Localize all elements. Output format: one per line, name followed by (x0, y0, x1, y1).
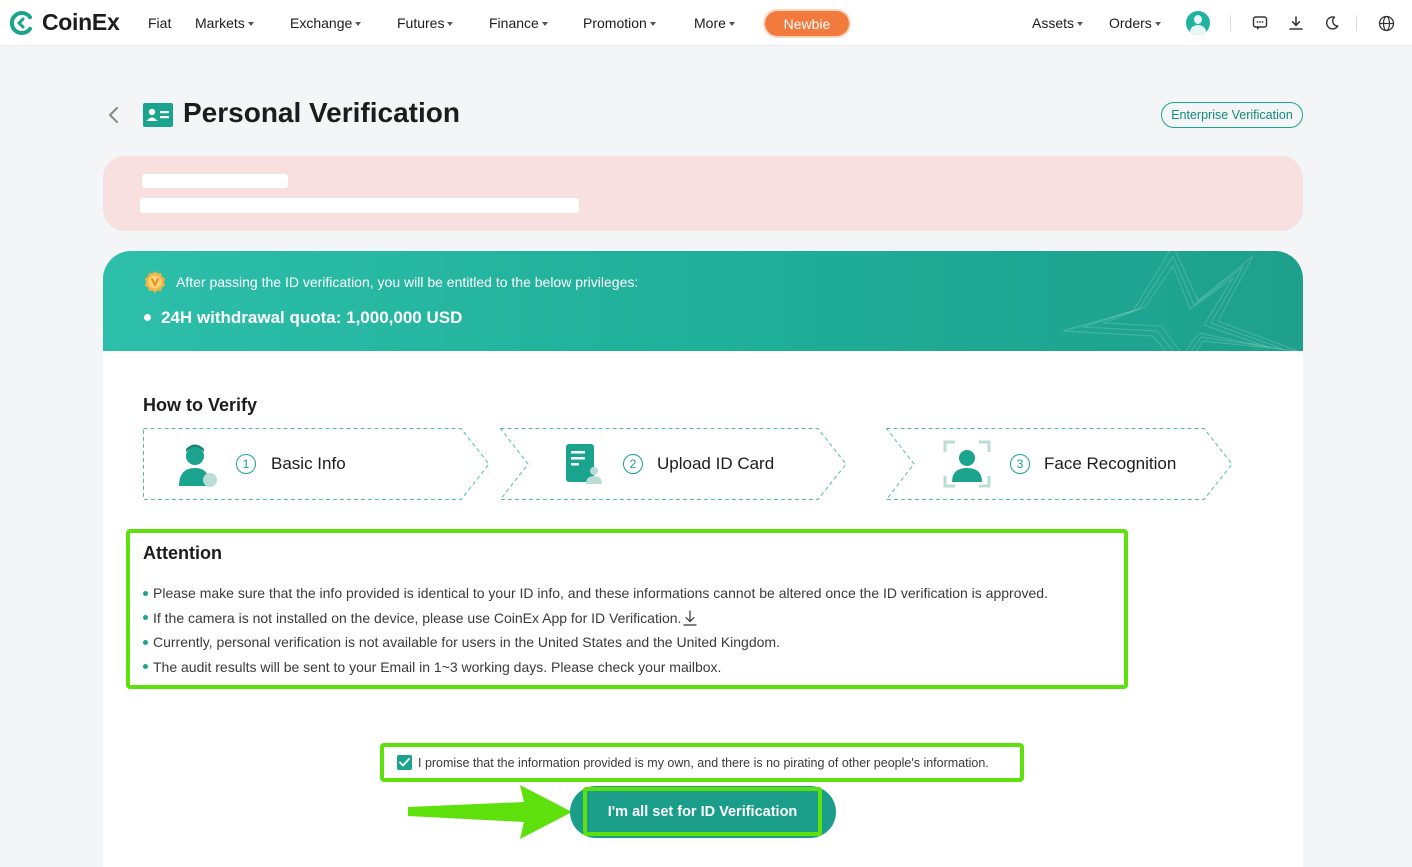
top-nav: CoinEx Fiat Markets Exchange Futures Fin… (0, 0, 1412, 46)
bullet (143, 590, 148, 596)
id-card-title-icon (143, 103, 173, 127)
attention-item-text: Currently, personal verification is not … (153, 634, 780, 650)
attention-box: Attention Please make sure that the info… (126, 529, 1128, 689)
nav-markets-label: Markets (195, 14, 245, 31)
how-to-verify-title: How to Verify (143, 395, 258, 415)
attention-item: The audit results will be sent to your E… (143, 655, 1048, 680)
step-label: Upload ID Card (657, 454, 775, 473)
submit-verification-button[interactable]: I'm all set for ID Verification (583, 787, 822, 836)
globe-icon[interactable] (1377, 14, 1395, 32)
withdrawal-quota: 24H withdrawal quota: 1,000,000 USD (161, 308, 463, 327)
face-scan-icon (943, 440, 991, 488)
nav-assets-label: Assets (1032, 15, 1075, 31)
nav-orders[interactable]: Orders (1109, 15, 1161, 31)
coinex-logo-icon (9, 10, 32, 35)
id-card-icon (566, 444, 602, 484)
page-title: Personal Verification (183, 97, 460, 128)
nav-orders-label: Orders (1109, 15, 1152, 31)
privilege-banner: After passing the ID verification, you w… (103, 251, 1303, 351)
person-icon (179, 444, 217, 487)
step-label: Basic Info (271, 454, 346, 473)
chevron-down-icon (541, 21, 548, 26)
attention-item-text: The audit results will be sent to your E… (153, 658, 722, 675)
enterprise-verification-button[interactable]: Enterprise Verification (1161, 102, 1303, 128)
attention-item-text: If the camera is not installed on the de… (153, 609, 682, 626)
chevron-down-icon (728, 21, 735, 26)
promise-checkbox-row[interactable]: I promise that the information provided … (380, 743, 1024, 782)
nav-promotion-label: Promotion (583, 14, 647, 31)
attention-title: Attention (143, 543, 222, 563)
step-upload-id-card: 2 Upload ID Card (500, 428, 850, 500)
brand-name: CoinEx (42, 9, 120, 35)
banner-intro-text: After passing the ID verification, you w… (176, 274, 639, 290)
step-number: 1 (236, 454, 256, 474)
attention-list: Please make sure that the info provided … (143, 581, 1048, 679)
app-download-icon[interactable] (683, 610, 698, 626)
nav-futures[interactable]: Futures (397, 14, 454, 31)
nav-fiat-label: Fiat (148, 14, 172, 31)
bullet (143, 664, 148, 670)
nav-exchange[interactable]: Exchange (290, 14, 362, 31)
nav-assets[interactable]: Assets (1032, 15, 1084, 31)
coinex-logo[interactable]: CoinEx (8, 9, 120, 37)
attention-item: Currently, personal verification is not … (143, 630, 1048, 655)
step-face-recognition: 3 Face Recognition (886, 428, 1236, 500)
step-number: 2 (623, 454, 643, 474)
nav-markets[interactable]: Markets (195, 15, 254, 31)
chevron-down-icon (1154, 22, 1161, 26)
bullet (143, 639, 148, 645)
nav-exchange-label: Exchange (290, 14, 353, 31)
chevron-down-icon (649, 21, 656, 26)
attention-item: If the camera is not installed on the de… (143, 606, 1048, 631)
nav-finance-label: Finance (489, 14, 539, 31)
chevron-down-icon (447, 21, 454, 26)
bullet (144, 314, 151, 321)
divider (1230, 15, 1231, 31)
chevron-down-icon (355, 21, 362, 26)
chevron-down-icon (1077, 22, 1084, 26)
attention-item: Please make sure that the info provided … (143, 581, 1048, 606)
moon-icon[interactable] (1323, 14, 1341, 32)
nav-more-label: More (694, 14, 726, 31)
nav-finance[interactable]: Finance (489, 15, 548, 31)
redacted-text (140, 198, 579, 213)
chevron-down-icon (247, 21, 254, 26)
step-label: Face Recognition (1044, 454, 1177, 473)
star-decoration (1062, 251, 1299, 351)
attention-item-text: Please make sure that the info provided … (153, 585, 1048, 601)
nav-fiat[interactable]: Fiat (148, 15, 171, 31)
promise-checkbox[interactable] (397, 755, 412, 770)
avatar[interactable] (1186, 11, 1210, 35)
newbie-button[interactable]: Newbie (765, 11, 849, 36)
nav-futures-label: Futures (397, 14, 445, 31)
step-basic-info: 1 Basic Info (143, 428, 493, 500)
vip-badge-icon (145, 271, 165, 293)
step-number: 3 (1010, 454, 1030, 474)
pointer-arrow-annotation (408, 785, 572, 839)
bullet (143, 615, 148, 621)
checkmark-icon (399, 758, 410, 767)
message-icon[interactable] (1251, 14, 1269, 32)
verification-steps: 1 Basic Info 2 Upload ID Card 3 Face Rec… (143, 428, 1263, 500)
nav-promotion[interactable]: Promotion (583, 15, 656, 31)
promise-text: I promise that the information provided … (418, 755, 989, 770)
notice-alert (103, 156, 1303, 231)
download-icon[interactable] (1287, 14, 1305, 32)
back-arrow-icon[interactable] (106, 104, 122, 126)
divider (1356, 15, 1357, 31)
redacted-text (142, 174, 288, 188)
nav-more[interactable]: More (694, 15, 735, 31)
